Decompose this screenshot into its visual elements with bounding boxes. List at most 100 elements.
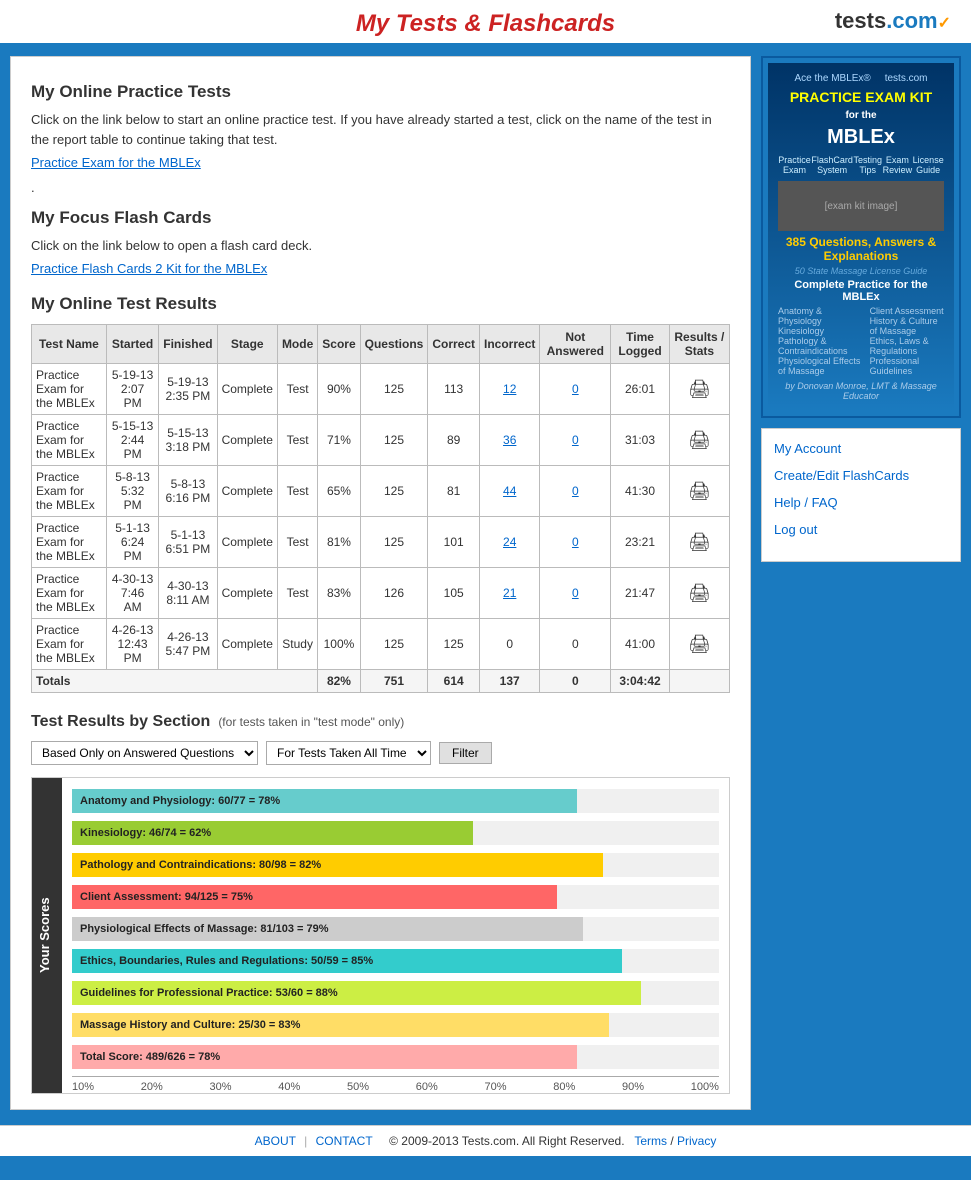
x-axis-label: 30% — [210, 1081, 232, 1093]
totals-row: Totals 82% 751 614 137 0 3:04:42 — [32, 670, 730, 693]
nav-box: My Account Create/Edit FlashCards Help /… — [761, 428, 961, 562]
table-row: Practice Exam for the MBLEx5-15-132:44 P… — [32, 415, 730, 466]
filter-select-2[interactable]: For Tests Taken All TimeLast 30 DaysLast… — [266, 741, 431, 765]
flashcards-link[interactable]: Practice Flash Cards 2 Kit for the MBLEx — [31, 261, 267, 276]
x-axis-label: 60% — [416, 1081, 438, 1093]
cell-questions: 125 — [360, 517, 428, 568]
bar-row: Anatomy and Physiology: 60/77 = 78% — [72, 788, 719, 814]
col-results: Results / Stats — [669, 325, 729, 364]
online-tests-link[interactable]: Practice Exam for the MBLEx — [31, 155, 201, 170]
cell-stage: Complete — [217, 517, 277, 568]
cell-finished: 5-19-132:35 PM — [159, 364, 217, 415]
cell-time: 26:01 — [611, 364, 670, 415]
cell-stats[interactable]: 🖨 — [669, 415, 729, 466]
cell-score: 100% — [318, 619, 360, 670]
table-row: Practice Exam for the MBLEx4-26-1312:43 … — [32, 619, 730, 670]
cell-incorrect[interactable]: 21 — [480, 568, 540, 619]
totals-questions: 751 — [360, 670, 428, 693]
cell-correct: 81 — [428, 466, 480, 517]
cell-not-answered[interactable]: 0 — [540, 364, 611, 415]
ad-topics: Anatomy & Physiology Kinesiology Patholo… — [778, 306, 944, 376]
col-test-name: Test Name — [32, 325, 107, 364]
ad-col2: Client Assessment History & Culture of M… — [870, 306, 944, 376]
cell-stats[interactable]: 🖨 — [669, 466, 729, 517]
cell-score: 83% — [318, 568, 360, 619]
cell-started: 5-1-136:24 PM — [106, 517, 158, 568]
totals-correct: 614 — [428, 670, 480, 693]
bar-track: Client Assessment: 94/125 = 75% — [72, 885, 719, 909]
bar-fill: Pathology and Contraindications: 80/98 =… — [72, 853, 603, 877]
totals-label: Totals — [32, 670, 318, 693]
cell-stage: Complete — [217, 568, 277, 619]
cell-stats[interactable]: 🖨 — [669, 364, 729, 415]
cell-test-name: Practice Exam for the MBLEx — [32, 568, 107, 619]
cell-incorrect[interactable]: 12 — [480, 364, 540, 415]
cell-stats[interactable]: 🖨 — [669, 517, 729, 568]
col-not-answered: Not Answered — [540, 325, 611, 364]
cell-started: 5-8-135:32 PM — [106, 466, 158, 517]
cell-stage: Complete — [217, 364, 277, 415]
cell-stats[interactable]: 🖨 — [669, 568, 729, 619]
filter-select-1[interactable]: Based Only on Answered QuestionsIncludin… — [31, 741, 258, 765]
flashcards-desc: Click on the link below to open a flash … — [31, 236, 730, 256]
main-wrapper: My Online Practice Tests Click on the li… — [0, 46, 971, 1120]
cell-finished: 4-30-138:11 AM — [159, 568, 217, 619]
x-axis-label: 10% — [72, 1081, 94, 1093]
nav-my-account[interactable]: My Account — [774, 441, 948, 456]
main-content: My Online Practice Tests Click on the li… — [10, 56, 751, 1110]
table-row: Practice Exam for the MBLEx5-19-132:07 P… — [32, 364, 730, 415]
cell-not-answered[interactable]: 0 — [540, 568, 611, 619]
totals-score: 82% — [318, 670, 360, 693]
cell-time: 41:00 — [611, 619, 670, 670]
cell-test-name: Practice Exam for the MBLEx — [32, 517, 107, 568]
footer-privacy[interactable]: Privacy — [677, 1134, 716, 1148]
logo: tests.com✓ — [835, 8, 951, 34]
cell-stats[interactable]: 🖨 — [669, 619, 729, 670]
bar-fill: Kinesiology: 46/74 = 62% — [72, 821, 473, 845]
nav-create-flashcards[interactable]: Create/Edit FlashCards — [774, 468, 948, 483]
cell-incorrect[interactable]: 24 — [480, 517, 540, 568]
col-questions: Questions — [360, 325, 428, 364]
bar-track: Kinesiology: 46/74 = 62% — [72, 821, 719, 845]
cell-not-answered[interactable]: 0 — [540, 517, 611, 568]
cell-finished: 4-26-135:47 PM — [159, 619, 217, 670]
table-row: Practice Exam for the MBLEx5-8-135:32 PM… — [32, 466, 730, 517]
x-axis-label: 80% — [553, 1081, 575, 1093]
ad-kit-title: PRACTICE EXAM KITfor the — [778, 89, 944, 121]
page-title: My Tests & Flashcards — [0, 10, 971, 38]
footer-slash: / — [670, 1134, 677, 1148]
footer-about[interactable]: ABOUT — [255, 1134, 296, 1148]
cell-stage: Complete — [217, 415, 277, 466]
ad-exam-review: ExamReview — [883, 155, 913, 175]
cell-incorrect[interactable]: 36 — [480, 415, 540, 466]
ad-box[interactable]: Ace the MBLEx® tests.com PRACTICE EXAM K… — [761, 56, 961, 418]
bar-fill: Total Score: 489/626 = 78% — [72, 1045, 577, 1069]
cell-incorrect[interactable]: 44 — [480, 466, 540, 517]
ad-image-placeholder: [exam kit image] — [825, 201, 898, 212]
filter-button[interactable]: Filter — [439, 742, 492, 764]
nav-help-faq[interactable]: Help / FAQ — [774, 495, 948, 510]
x-axis-label: 50% — [347, 1081, 369, 1093]
nav-logout[interactable]: Log out — [774, 522, 948, 537]
ad-license: LicenseGuide — [913, 155, 944, 175]
cell-mode: Study — [277, 619, 317, 670]
cell-not-answered: 0 — [540, 619, 611, 670]
cell-not-answered[interactable]: 0 — [540, 466, 611, 517]
cell-test-name: Practice Exam for the MBLEx — [32, 466, 107, 517]
col-finished: Finished — [159, 325, 217, 364]
cell-incorrect: 0 — [480, 619, 540, 670]
cell-started: 4-26-1312:43 PM — [106, 619, 158, 670]
cell-questions: 125 — [360, 364, 428, 415]
ad-placeholder: Ace the MBLEx® tests.com PRACTICE EXAM K… — [768, 63, 954, 411]
footer-terms[interactable]: Terms — [634, 1134, 667, 1148]
totals-not-answered: 0 — [540, 670, 611, 693]
ad-practice: PracticeExam — [778, 155, 811, 175]
cell-started: 5-15-132:44 PM — [106, 415, 158, 466]
cell-not-answered[interactable]: 0 — [540, 415, 611, 466]
filter-row: Based Only on Answered QuestionsIncludin… — [31, 741, 730, 765]
footer-contact[interactable]: CONTACT — [316, 1134, 373, 1148]
chart-content: Anatomy and Physiology: 60/77 = 78% Kines… — [62, 778, 729, 1093]
bar-track: Pathology and Contraindications: 80/98 =… — [72, 853, 719, 877]
ad-50-state: 50 State Massage License Guide — [778, 266, 944, 276]
bar-track: Guidelines for Professional Practice: 53… — [72, 981, 719, 1005]
